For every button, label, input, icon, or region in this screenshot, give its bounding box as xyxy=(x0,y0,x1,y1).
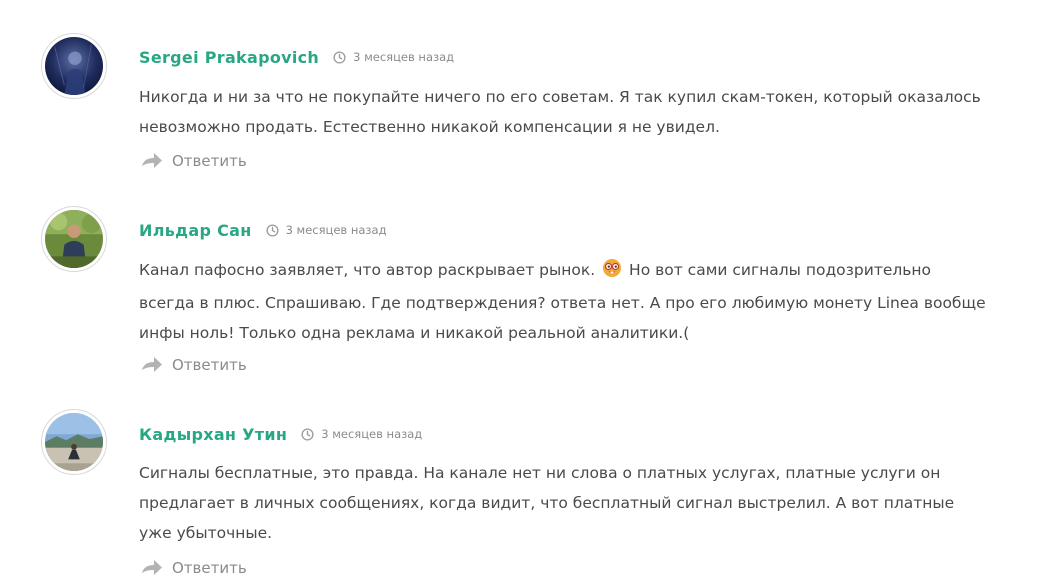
comment-text-line: предлагает в личных сообщениях, когда ви… xyxy=(139,494,955,512)
comment-author[interactable]: Кадырхан Утин xyxy=(139,425,287,444)
comment-timestamp[interactable]: 3 месяцев назад xyxy=(333,50,454,64)
comment-timestamp[interactable]: 3 месяцев назад xyxy=(301,427,422,441)
comment-text-line: уже убыточные. xyxy=(139,524,273,542)
avatar-green-photo-icon xyxy=(45,210,103,268)
reply-arrow-icon xyxy=(142,357,162,372)
reply-arrow-icon xyxy=(142,560,162,575)
reply-label: Ответить xyxy=(172,559,247,577)
clock-icon xyxy=(301,427,314,441)
comment-author[interactable]: Sergei Prakapovich xyxy=(139,48,319,67)
reply-arrow-icon xyxy=(142,153,162,168)
comment-time-text: 3 месяцев назад xyxy=(353,50,455,64)
comment-text-line: инфы ноль! Только одна реклама и никакой… xyxy=(139,324,690,342)
avatar[interactable] xyxy=(41,409,107,475)
comment-text-segment: Канал пафосно заявляет, что автор раскры… xyxy=(139,261,596,279)
comment-text-line: Сигналы бесплатные, это правда. На канал… xyxy=(139,464,941,482)
avatar[interactable] xyxy=(41,33,107,99)
clock-icon xyxy=(333,50,346,64)
avatar-landscape-photo-icon xyxy=(45,413,103,471)
comment-text-segment: Но вот сами сигналы подозрительно xyxy=(629,261,932,279)
reply-button[interactable]: Ответить xyxy=(141,356,247,374)
comment-time-text: 3 месяцев назад xyxy=(285,223,387,237)
comment-text-line: Канал пафосно заявляет, что автор раскры… xyxy=(139,255,1009,288)
comment-text: Сигналы бесплатные, это правда. На канал… xyxy=(139,458,1009,548)
reply-label: Ответить xyxy=(172,356,247,374)
comment-list: Sergei Prakapovich 3 месяцев назад Никог… xyxy=(0,0,1040,587)
comment-text: Канал пафосно заявляет, что автор раскры… xyxy=(139,255,1009,348)
reply-button[interactable]: Ответить xyxy=(141,559,247,577)
clock-icon xyxy=(266,223,279,237)
avatar[interactable] xyxy=(41,206,107,272)
avatar-dark-photo-icon xyxy=(45,37,103,95)
comment-text: Никогда и ни за что не покупайте ничего … xyxy=(139,82,1009,142)
comment-time-text: 3 месяцев назад xyxy=(321,427,423,441)
comment-author[interactable]: Ильдар Сан xyxy=(139,221,252,240)
comment-text-line: всегда в плюс. Спрашиваю. Где подтвержде… xyxy=(139,294,986,312)
comment-timestamp[interactable]: 3 месяцев назад xyxy=(266,223,387,237)
reply-button[interactable]: Ответить xyxy=(141,152,247,170)
nerd-face-emoji-icon xyxy=(602,258,622,288)
comment-text-line: Никогда и ни за что не покупайте ничего … xyxy=(139,88,981,106)
reply-label: Ответить xyxy=(172,152,247,170)
comment-text-line: невозможно продать. Естественно никакой … xyxy=(139,118,720,136)
